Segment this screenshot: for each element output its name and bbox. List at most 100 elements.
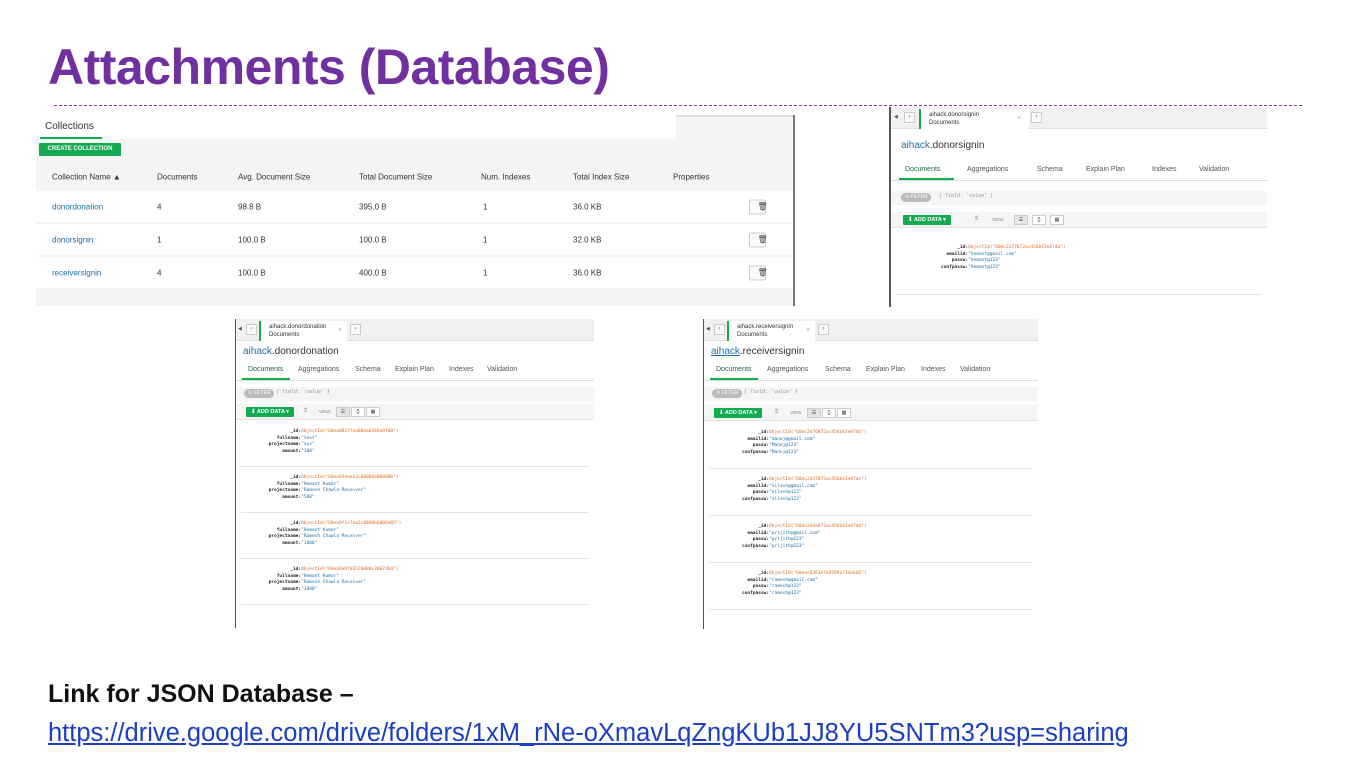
col-header-avg-size[interactable]: Avg. Document Size (238, 173, 310, 182)
close-icon[interactable]: × (806, 327, 810, 335)
close-icon[interactable]: × (1017, 115, 1021, 123)
db-name[interactable]: aihack (901, 140, 930, 151)
subtab-aggregations[interactable]: Aggregations (967, 166, 1008, 173)
col-header-index-size[interactable]: Total Index Size (573, 173, 629, 182)
collection-tab[interactable]: aihack.donorsignin Documents × (919, 109, 1029, 129)
new-tab-button[interactable]: › (350, 324, 361, 335)
new-tab-button[interactable]: › (1031, 112, 1042, 123)
collection-link-donorsignin[interactable]: donorsignin (52, 235, 93, 244)
subtab-explain-plan[interactable]: Explain Plan (395, 366, 434, 373)
export-icon[interactable]: ⇧ (974, 215, 979, 222)
subtab-schema[interactable]: Schema (825, 366, 851, 373)
list-view-icon[interactable]: ☰ (336, 407, 350, 417)
window-receiversignin: ◀ ‹ aihack.receiversignin Documents × › … (703, 319, 1038, 629)
document-field: amount:"500" (282, 495, 315, 500)
document-card[interactable]: _id:ObjectId("60ea93daea2c0000b6000d06")… (241, 467, 589, 513)
scroll-left-arrow-icon[interactable]: ◀ (706, 326, 710, 332)
json-view-icon[interactable]: {} (822, 408, 836, 418)
subtab-indexes[interactable]: Indexes (1152, 166, 1177, 173)
subtab-validation[interactable]: Validation (960, 366, 990, 373)
collection-tab[interactable]: aihack.receiversignin Documents × (727, 321, 815, 341)
delete-button[interactable]: 🗑 (749, 265, 768, 280)
back-button[interactable]: ‹ (904, 112, 915, 123)
db-name[interactable]: aihack (243, 346, 272, 357)
table-view-icon[interactable]: ▦ (837, 408, 851, 418)
document-field: emailid:"nilesh@gmail.com" (747, 484, 817, 489)
document-card[interactable]: _id:ObjectId("60dc2447072ac456b43e87dc")… (709, 469, 1033, 516)
field-value: "Ramesh Chawla Receiver" (301, 580, 367, 585)
back-button[interactable]: ‹ (246, 324, 257, 335)
subtab-aggregations[interactable]: Aggregations (298, 366, 339, 373)
document-card[interactable]: _id:ObjectId("60eac6361e7ed599a734a666")… (709, 563, 1033, 610)
field-value: ObjectId("60eac6361e7ed599a734a666") (769, 571, 867, 576)
db-name[interactable]: aihack (711, 346, 740, 357)
document-card[interactable]: _id:ObjectId("60ea8817fea80ea6340a9f00")… (241, 421, 589, 467)
field-value: "text" (301, 435, 318, 441)
json-view-icon[interactable]: {} (1032, 215, 1046, 225)
col-header-documents[interactable]: Documents (157, 173, 197, 182)
document-field: passw:"Manoj@123" (753, 443, 799, 448)
document-card[interactable]: _id:ObjectId("60dc2377072ac456b43e87da")… (896, 235, 1262, 295)
subtab-explain-plan[interactable]: Explain Plan (866, 366, 905, 373)
subtab-explain-plan[interactable]: Explain Plan (1086, 166, 1125, 173)
create-collection-button[interactable]: CREATE COLLECTION (39, 143, 121, 156)
list-view-icon[interactable]: ☰ (807, 408, 821, 418)
document-field: fullname:"Hemant Kumar" (277, 528, 339, 533)
add-data-button[interactable]: ⬇ ADD DATA ▾ (714, 408, 762, 418)
drive-link[interactable]: https://drive.google.com/drive/folders/1… (48, 719, 1129, 748)
subtab-indexes[interactable]: Indexes (449, 366, 474, 373)
subtab-documents[interactable]: Documents (248, 366, 283, 373)
col-header-indexes[interactable]: Num. Indexes (481, 173, 530, 182)
field-key: confpassw: (742, 590, 770, 596)
cell-indexes: 1 (483, 235, 488, 244)
add-data-button[interactable]: ⬇ ADD DATA ▾ (246, 407, 294, 417)
cell-documents: 1 (157, 235, 162, 244)
add-data-button[interactable]: ⬇ ADD DATA ▾ (903, 215, 951, 225)
window-donordonation: ◀ ‹ aihack.donordonation Documents × › a… (235, 319, 594, 628)
list-view-icon[interactable]: ☰ (1014, 215, 1028, 225)
document-card[interactable]: _id:ObjectId("60dc2476072ac456b43e87db")… (709, 422, 1033, 469)
new-tab-button[interactable]: › (818, 324, 829, 335)
scroll-left-arrow-icon[interactable]: ◀ (238, 326, 242, 332)
subtab-validation[interactable]: Validation (1199, 166, 1229, 173)
col-header-name[interactable]: Collection Name ▲ (52, 173, 121, 182)
close-icon[interactable]: × (338, 327, 342, 335)
subtab-indexes[interactable]: Indexes (921, 366, 946, 373)
collection-link-donordonation[interactable]: donordonation (52, 202, 103, 211)
subtab-schema[interactable]: Schema (1037, 166, 1063, 173)
field-value: "Manoj@123" (769, 449, 799, 455)
collection-tab[interactable]: aihack.donordonation Documents × (259, 321, 347, 341)
field-key: _id: (758, 430, 770, 435)
subtab-schema[interactable]: Schema (355, 366, 381, 373)
filter-input[interactable]: { field: 'value' } (276, 389, 330, 395)
tab-collections[interactable]: Collections (45, 121, 94, 132)
back-button[interactable]: ‹ (714, 324, 725, 335)
link-heading: Link for JSON Database – (48, 680, 354, 708)
window-donorsignin: ◀ ‹ aihack.donorsignin Documents × › aih… (889, 107, 1267, 307)
subtab-aggregations[interactable]: Aggregations (767, 366, 808, 373)
table-view-icon[interactable]: ▦ (1050, 215, 1064, 225)
document-card[interactable]: _id:ObjectId("60dc244e072ac456b43e87dd")… (709, 516, 1033, 563)
document-field: confpassw:"nilesh@123" (742, 497, 802, 502)
json-view-icon[interactable]: {} (351, 407, 365, 417)
filter-input[interactable]: { field: 'value' } (939, 193, 993, 199)
delete-button[interactable]: 🗑 (749, 232, 768, 247)
delete-button[interactable]: 🗑 (749, 199, 768, 214)
field-key: emailid: (747, 530, 770, 536)
col-header-total-size[interactable]: Total Document Size (359, 173, 432, 182)
subtab-documents[interactable]: Documents (716, 366, 751, 373)
subtab-documents[interactable]: Documents (905, 166, 940, 173)
scroll-left-arrow-icon[interactable]: ◀ (894, 114, 898, 120)
export-icon[interactable]: ⇧ (303, 407, 308, 414)
subtab-validation[interactable]: Validation (487, 366, 517, 373)
document-field: _id:ObjectId("60ea8817fea80ea6340a9f00") (290, 429, 398, 434)
view-label: VIEW (790, 410, 802, 415)
filter-input[interactable]: { field: 'value' } (744, 389, 798, 395)
cell-avg-size: 100.0 B (238, 235, 266, 244)
trash-icon: 🗑 (757, 202, 768, 211)
table-view-icon[interactable]: ▦ (366, 407, 380, 417)
collection-link-receiversignin[interactable]: receiversignin (52, 268, 101, 277)
document-card[interactable]: _id:ObjectId("60ea9f1c7aa2c0000b6000d05"… (241, 513, 589, 559)
document-card[interactable]: _id:ObjectId("60ea9a9fd6570000c3007db4")… (241, 559, 589, 605)
export-icon[interactable]: ⇧ (774, 408, 779, 415)
